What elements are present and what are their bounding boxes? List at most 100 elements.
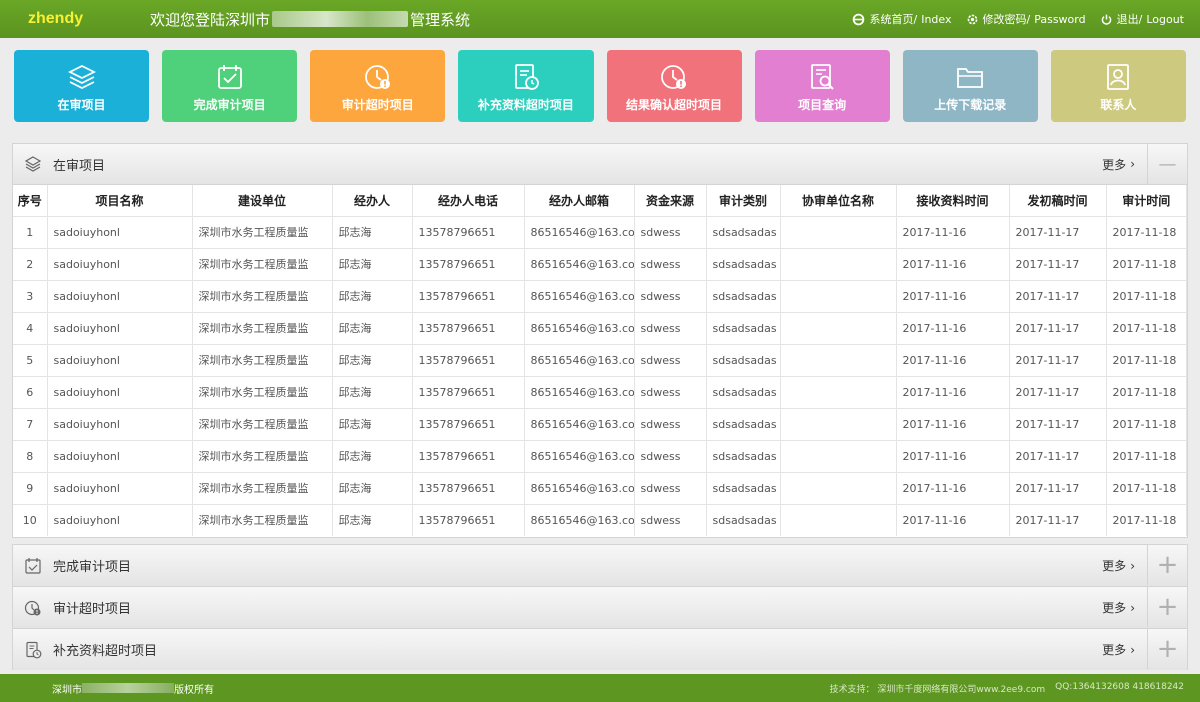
table-cell: 2017-11-16: [896, 471, 1010, 504]
password-link[interactable]: 修改密码/ Password: [966, 11, 1086, 27]
table-cell: 6: [13, 375, 48, 408]
table-cell: sdsadsadas: [706, 343, 781, 376]
table-cell: 邱志海: [332, 215, 413, 248]
table-cell: 13578796651: [412, 343, 525, 376]
table-cell: sadoiuyhonl: [47, 439, 193, 472]
document-clock-icon: [515, 64, 539, 90]
index-link-en: Index: [921, 12, 952, 26]
table-cell: 86516546@163.co: [524, 247, 635, 280]
table-row[interactable]: 2 sadoiuyhonl 深圳市水务工程质量监 邱志海 13578796651 8651…: [13, 247, 1187, 280]
table-cell: 深圳市水务工程质量监: [192, 471, 333, 504]
table-cell: sdwess: [634, 247, 707, 280]
table-cell: sdwess: [634, 375, 707, 408]
table-cell: [780, 375, 897, 408]
table-cell: 2017-11-17: [1009, 343, 1107, 376]
clock-alert-icon: [13, 599, 53, 617]
tile-label: 完成审计项目: [193, 98, 266, 112]
table-cell: 86516546@163.co: [524, 439, 635, 472]
table-row[interactable]: 3 sadoiuyhonl 深圳市水务工程质量监 邱志海 13578796651 8651…: [13, 279, 1187, 312]
system-title-suffix: 管理系统: [410, 10, 471, 29]
expand-button[interactable]: +: [1147, 545, 1187, 585]
collapse-button[interactable]: —: [1147, 144, 1187, 184]
table-cell: 86516546@163.co: [524, 343, 635, 376]
table-cell: 13578796651: [412, 503, 525, 536]
tile-audit-overdue[interactable]: 审计超时项目: [310, 50, 446, 122]
more-link[interactable]: 更多 ›: [1102, 557, 1135, 574]
tile-completed-audit[interactable]: 完成审计项目: [162, 50, 298, 122]
table-cell: 2017-11-17: [1009, 247, 1107, 280]
table-cell: 86516546@163.co: [524, 215, 635, 248]
table-cell: sdsadsadas: [706, 279, 781, 312]
table-cell: 13578796651: [412, 407, 525, 440]
table-cell: sdsadsadas: [706, 471, 781, 504]
table-cell: 13578796651: [412, 247, 525, 280]
table-header-row: 序号 项目名称 建设单位 经办人 经办人电话 经办人邮箱 资金来源 审计类别 协审单位名称 接收资…: [13, 185, 1187, 216]
tile-in-review[interactable]: 在审项目: [14, 50, 150, 122]
brand-logo: zhendy: [28, 10, 84, 27]
column-header: 资金来源: [634, 185, 707, 216]
tile-contacts[interactable]: 联系人: [1050, 50, 1186, 122]
table-cell: 13578796651: [412, 279, 525, 312]
password-link-zh: 修改密码/: [982, 13, 1031, 26]
logout-link[interactable]: 退出/ Logout: [1100, 11, 1184, 27]
table-row[interactable]: 8 sadoiuyhonl 深圳市水务工程质量监 邱志海 13578796651 8651…: [13, 439, 1187, 472]
expand-button[interactable]: +: [1147, 587, 1187, 627]
chevron-right-icon: ›: [1130, 558, 1135, 573]
tile-supplement-overdue[interactable]: 补充资料超时项目: [458, 50, 594, 122]
table-cell: 7: [13, 407, 48, 440]
more-link[interactable]: 更多 ›: [1102, 599, 1135, 616]
column-header: 经办人电话: [412, 185, 525, 216]
table-row[interactable]: 10 sadoiuyhonl 深圳市水务工程质量监 邱志海 13578796651 865…: [13, 503, 1187, 536]
panel-title: 补充资料超时项目: [53, 644, 158, 659]
tile-label: 在审项目: [57, 98, 106, 112]
more-link[interactable]: 更多 ›: [1102, 641, 1135, 658]
table-row[interactable]: 9 sadoiuyhonl 深圳市水务工程质量监 邱志海 13578796651 8651…: [13, 471, 1187, 504]
table-cell: 2017-11-16: [896, 247, 1010, 280]
table-cell: 13578796651: [412, 311, 525, 344]
panel-header[interactable]: 完成审计项目 更多 › +: [13, 545, 1187, 586]
tile-result-confirm-overdue[interactable]: 结果确认超时项目: [606, 50, 742, 122]
panel-header[interactable]: 补充资料超时项目 更多 › +: [13, 629, 1187, 670]
table-cell: 深圳市水务工程质量监: [192, 503, 333, 536]
column-header: 发初稿时间: [1009, 185, 1107, 216]
table-cell: sadoiuyhonl: [47, 375, 193, 408]
table-cell: 5: [13, 343, 48, 376]
table-cell: 2017-11-17: [1009, 311, 1107, 344]
panel-header[interactable]: 审计超时项目 更多 › +: [13, 587, 1187, 628]
table-cell: 邱志海: [332, 279, 413, 312]
more-label: 更多: [1102, 643, 1127, 657]
column-header: 接收资料时间: [896, 185, 1010, 216]
table-cell: 2017-11-16: [896, 503, 1010, 536]
table-row[interactable]: 5 sadoiuyhonl 深圳市水务工程质量监 邱志海 13578796651 8651…: [13, 343, 1187, 376]
index-link[interactable]: 系统首页/ Index: [852, 11, 952, 27]
table-cell: 2017-11-16: [896, 439, 1010, 472]
table-cell: sadoiuyhonl: [47, 503, 193, 536]
logout-link-zh: 退出/: [1116, 13, 1143, 26]
table-cell: sadoiuyhonl: [47, 343, 193, 376]
table-cell: 2017-11-18: [1106, 503, 1187, 536]
chevron-right-icon: ›: [1130, 642, 1135, 657]
tile-project-query[interactable]: 项目查询: [754, 50, 890, 122]
expand-button[interactable]: +: [1147, 629, 1187, 669]
table-row[interactable]: 7 sadoiuyhonl 深圳市水务工程质量监 邱志海 13578796651 8651…: [13, 407, 1187, 440]
table-row[interactable]: 1 sadoiuyhonl 深圳市水务工程质量监 邱志海 13578796651 8651…: [13, 215, 1187, 248]
table-cell: [780, 343, 897, 376]
table-cell: sadoiuyhonl: [47, 247, 193, 280]
table-row[interactable]: 6 sadoiuyhonl 深圳市水务工程质量监 邱志海 13578796651 8651…: [13, 375, 1187, 408]
index-link-zh: 系统首页/: [869, 13, 918, 26]
table-cell: 邱志海: [332, 247, 413, 280]
system-title: 欢迎您登陆深圳市 管理系统: [150, 9, 470, 30]
project-table: 序号 项目名称 建设单位 经办人 经办人电话 经办人邮箱 资金来源 审计类别 协审单位名称 接收资…: [13, 185, 1187, 536]
top-header: zhendy 欢迎您登陆深圳市 管理系统 系统首页/ Index 修改密码/ P…: [0, 0, 1200, 38]
more-label: 更多: [1102, 157, 1127, 172]
tile-label: 上传下载记录: [934, 98, 1007, 112]
table-cell: 邱志海: [332, 407, 413, 440]
copyright-suffix: 版权所有: [174, 684, 214, 696]
table-cell: [780, 407, 897, 440]
table-row[interactable]: 4 sadoiuyhonl 深圳市水务工程质量监 邱志海 13578796651 8651…: [13, 311, 1187, 344]
table-cell: sdsadsadas: [706, 375, 781, 408]
clock-alert-icon: [661, 65, 687, 89]
more-link[interactable]: 更多 ›: [1102, 156, 1135, 173]
table-cell: 13578796651: [412, 215, 525, 248]
tile-upload-download-log[interactable]: 上传下载记录: [902, 50, 1038, 122]
